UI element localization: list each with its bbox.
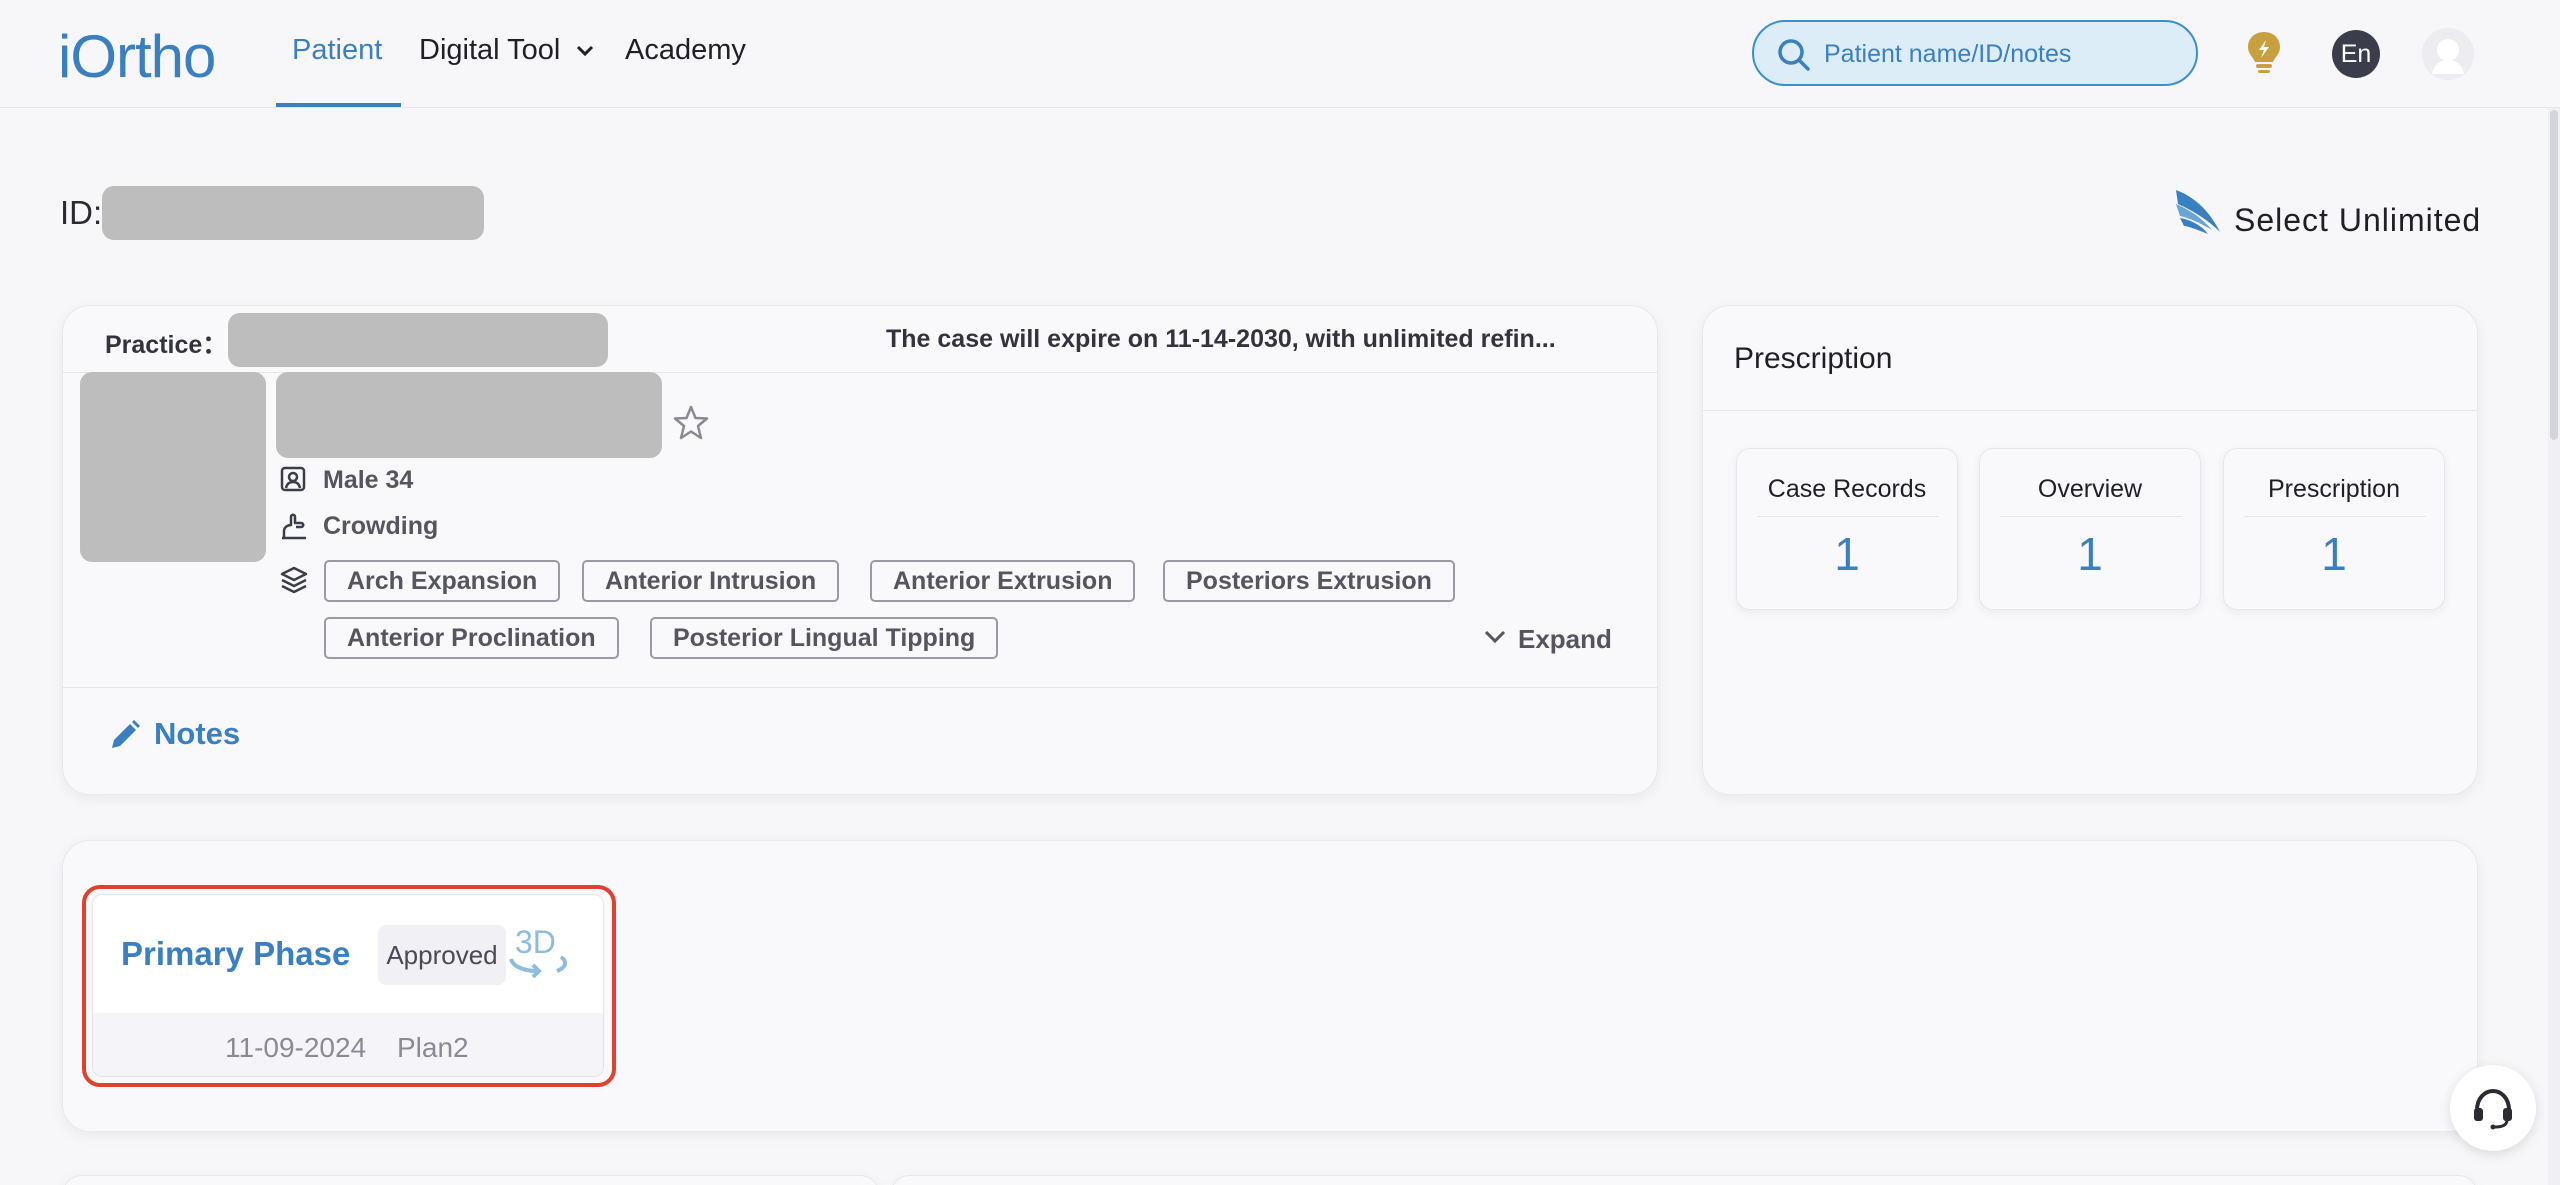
- nav-digital-tool-label: Digital Tool: [419, 34, 561, 66]
- stat-overview[interactable]: Overview 1: [1979, 448, 2201, 610]
- search-input[interactable]: [1824, 36, 2184, 72]
- stat-value: 1: [1834, 528, 1860, 580]
- stat-value: 1: [2321, 528, 2347, 580]
- notes-label: Notes: [154, 716, 241, 751]
- phase-plan: Plan2: [397, 1032, 469, 1063]
- patient-photo: [80, 372, 266, 562]
- gender-age: Male 34: [323, 466, 414, 494]
- layers-icon: [280, 566, 308, 594]
- support-button[interactable]: [2450, 1065, 2536, 1151]
- expand-label: Expand: [1518, 624, 1612, 654]
- nav-academy[interactable]: Academy: [625, 34, 746, 67]
- stat-divider: [1757, 516, 1939, 517]
- bottom-card-right: [890, 1175, 2478, 1185]
- prescription-title: Prescription: [1734, 342, 1893, 375]
- stat-divider: [2000, 516, 2182, 517]
- chevron-down-icon: [1484, 630, 1506, 644]
- stat-value: 1: [2077, 528, 2103, 580]
- brand-label: Select Unlimited: [2234, 202, 2482, 238]
- language-button[interactable]: En: [2332, 30, 2380, 78]
- stat-label: Case Records: [1767, 475, 1927, 503]
- status-badge: Approved: [378, 925, 506, 985]
- iortho-logo[interactable]: iOrtho: [58, 22, 216, 91]
- search-box[interactable]: [1752, 20, 2198, 86]
- headset-icon: [2474, 1088, 2512, 1130]
- top-navbar: iOrtho Patient Digital Tool Academy En: [0, 0, 2560, 108]
- user-avatar[interactable]: [2422, 28, 2474, 80]
- treatment-tag: Anterior Extrusion: [870, 560, 1136, 602]
- redacted-patient-id: [102, 186, 484, 240]
- stat-divider: [2244, 516, 2426, 517]
- user-avatar-icon: [2422, 28, 2474, 80]
- treatment-tag: Anterior Proclination: [324, 617, 619, 659]
- condition: Crowding: [323, 512, 439, 540]
- stat-label: Overview: [2037, 475, 2143, 503]
- treatment-tag: Posteriors Extrusion: [1163, 560, 1455, 602]
- treatment-tag: Posterior Lingual Tipping: [650, 617, 999, 659]
- bottom-card-left: [62, 1175, 880, 1185]
- redacted-practice-name: [228, 313, 608, 367]
- search-icon: [1778, 39, 1810, 71]
- expire-notice: The case will expire on 11-14-2030, with…: [886, 325, 1556, 353]
- nav-active-underline: [276, 103, 401, 107]
- treatment-tag: Anterior Intrusion: [582, 560, 840, 602]
- scrollbar-thumb[interactable]: [2550, 110, 2558, 440]
- practice-label: Practice：: [105, 331, 228, 359]
- 3d-view-icon[interactable]: 3D: [503, 923, 577, 983]
- phase-date: 11-09-2024: [225, 1032, 367, 1063]
- redacted-patient-name: [276, 372, 662, 458]
- 3d-icon-text: 3D: [515, 924, 556, 960]
- stat-prescription[interactable]: Prescription 1: [2223, 448, 2445, 610]
- pencil-icon: [112, 720, 140, 748]
- wing-logo-icon: [2176, 190, 2220, 234]
- gender-age-icon: [280, 466, 306, 492]
- chevron-down-icon: [577, 46, 594, 57]
- nav-digital-tool[interactable]: Digital Tool: [419, 34, 594, 67]
- patient-id-label: ID:: [60, 194, 103, 231]
- primary-phase-card[interactable]: Primary Phase Approved 3D 11-09-2024 Pla…: [92, 894, 604, 1077]
- stat-label: Prescription: [2268, 475, 2400, 503]
- phase-title: Primary Phase: [121, 935, 351, 972]
- stat-case-records[interactable]: Case Records 1: [1736, 448, 1958, 610]
- card-divider: [63, 687, 1657, 688]
- treatment-tag: Arch Expansion: [324, 560, 561, 602]
- favorite-star-icon[interactable]: [672, 404, 710, 442]
- nav-patient[interactable]: Patient: [292, 34, 382, 67]
- lightbulb-icon[interactable]: [2244, 28, 2284, 76]
- card-divider: [1703, 410, 2477, 411]
- tooth-condition-icon: [282, 513, 306, 540]
